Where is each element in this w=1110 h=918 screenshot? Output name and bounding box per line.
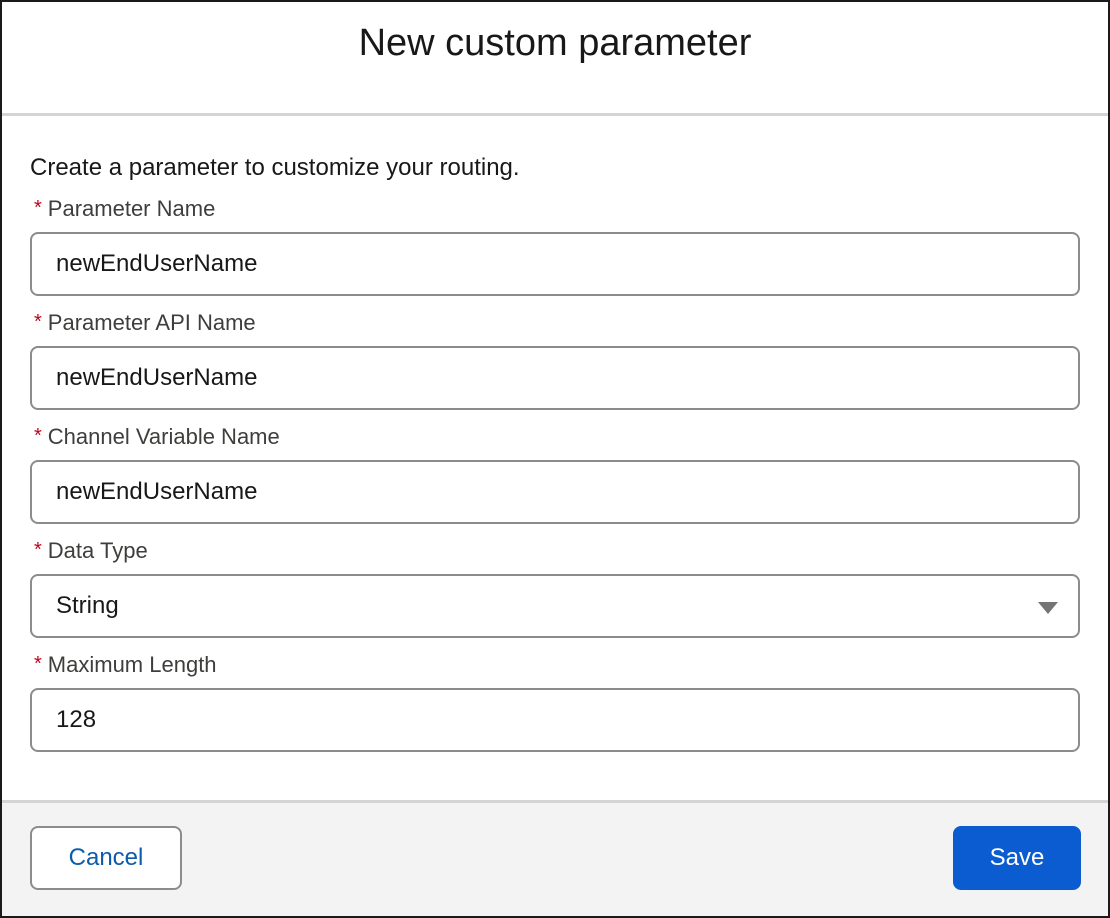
parameter-name-label: * Parameter Name bbox=[30, 196, 1080, 222]
modal-title: New custom parameter bbox=[358, 22, 752, 64]
modal-footer: Cancel Save bbox=[2, 800, 1108, 916]
data-type-label-text: Data Type bbox=[47, 538, 148, 563]
chevron-down-icon bbox=[1038, 602, 1058, 614]
parameter-api-name-label: * Parameter API Name bbox=[30, 310, 1080, 336]
maximum-length-label: * Maximum Length bbox=[30, 652, 1080, 678]
data-type-field: * Data Type String bbox=[30, 538, 1080, 638]
new-custom-parameter-modal: New custom parameter Create a parameter … bbox=[0, 0, 1110, 918]
channel-variable-name-label-text: Channel Variable Name bbox=[47, 424, 280, 449]
channel-variable-name-field: * Channel Variable Name bbox=[30, 424, 1080, 524]
channel-variable-name-input[interactable] bbox=[30, 460, 1080, 524]
maximum-length-field: * Maximum Length bbox=[30, 652, 1080, 752]
required-asterisk: * bbox=[34, 424, 42, 447]
maximum-length-label-text: Maximum Length bbox=[47, 652, 217, 677]
modal-body: Create a parameter to customize your rou… bbox=[2, 116, 1108, 802]
maximum-length-input[interactable] bbox=[30, 688, 1080, 752]
parameter-api-name-field: * Parameter API Name bbox=[30, 310, 1080, 410]
required-asterisk: * bbox=[34, 652, 42, 675]
required-asterisk: * bbox=[34, 538, 42, 561]
parameter-name-field: * Parameter Name bbox=[30, 196, 1080, 296]
parameter-api-name-input[interactable] bbox=[30, 346, 1080, 410]
parameter-name-input[interactable] bbox=[30, 232, 1080, 296]
intro-text: Create a parameter to customize your rou… bbox=[30, 154, 520, 181]
modal-header: New custom parameter bbox=[2, 2, 1108, 116]
parameter-name-label-text: Parameter Name bbox=[47, 196, 216, 221]
required-asterisk: * bbox=[34, 310, 42, 333]
cancel-button[interactable]: Cancel bbox=[30, 825, 182, 890]
save-button[interactable]: Save bbox=[953, 825, 1081, 890]
data-type-selected-value: String bbox=[56, 592, 119, 619]
channel-variable-name-label: * Channel Variable Name bbox=[30, 424, 1080, 450]
parameter-api-name-label-text: Parameter API Name bbox=[47, 310, 256, 335]
data-type-select[interactable]: String bbox=[30, 574, 1080, 638]
required-asterisk: * bbox=[34, 196, 42, 219]
data-type-label: * Data Type bbox=[30, 538, 1080, 564]
